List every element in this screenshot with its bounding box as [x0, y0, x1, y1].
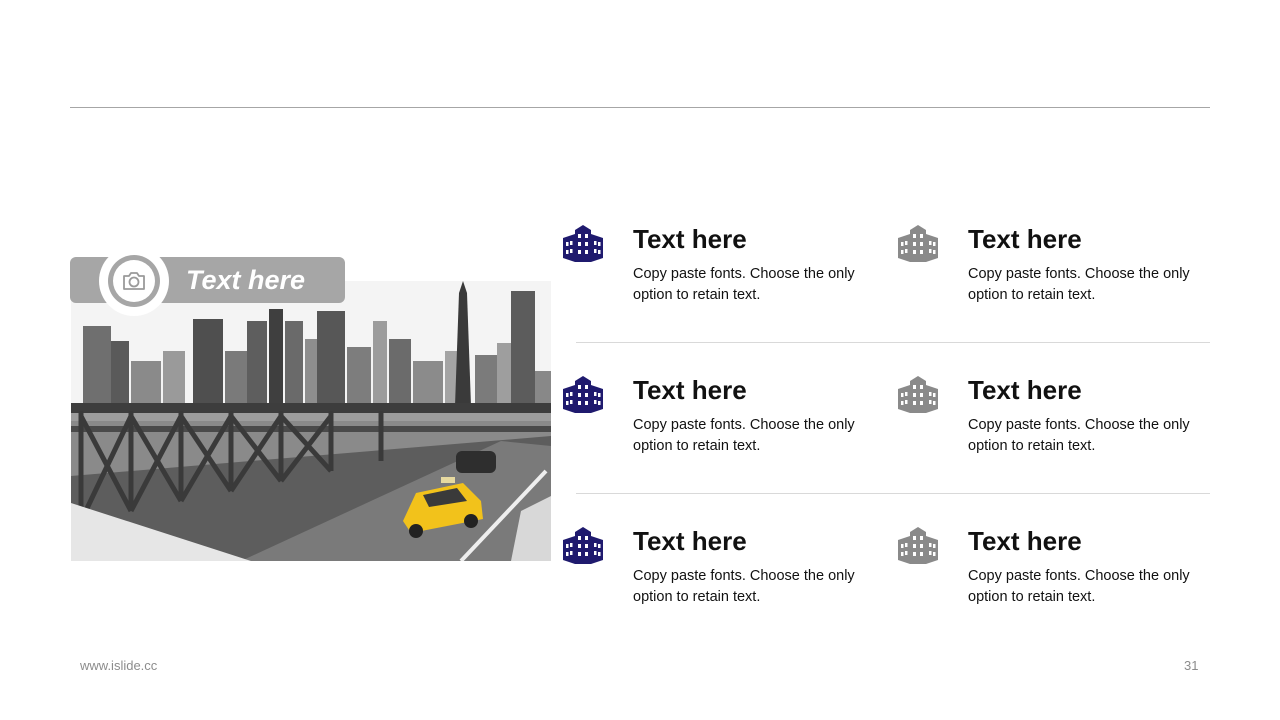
page-number: 31 [1184, 658, 1199, 673]
feature-title: Text here [968, 224, 1082, 254]
feature-body: Copy paste fonts. Choose the only option… [968, 568, 1190, 605]
building-icon [563, 376, 603, 413]
building-icon [898, 376, 938, 413]
feature-item-6: Text here Copy paste fonts. Choose the o… [897, 524, 1197, 624]
banner-title: Text here [186, 265, 306, 295]
top-rule [70, 107, 1210, 108]
feature-title: Text here [968, 526, 1082, 556]
building-icon [563, 527, 603, 564]
feature-title: Text here [968, 375, 1082, 405]
row-divider [576, 493, 1210, 494]
building-icon [898, 225, 938, 262]
feature-item-3: Text here Copy paste fonts. Choose the o… [562, 373, 862, 473]
feature-item-1: Text here Copy paste fonts. Choose the o… [562, 222, 862, 322]
row-divider [576, 342, 1210, 343]
feature-title: Text here [633, 375, 747, 405]
feature-title: Text here [633, 224, 747, 254]
feature-title: Text here [633, 526, 747, 556]
city-bridge-photo [71, 281, 551, 561]
camera-icon [123, 272, 145, 290]
feature-item-2: Text here Copy paste fonts. Choose the o… [897, 222, 1197, 322]
feature-item-5: Text here Copy paste fonts. Choose the o… [562, 524, 862, 624]
footer-url[interactable]: www.islide.cc [80, 658, 157, 673]
building-icon [563, 225, 603, 262]
feature-body: Copy paste fonts. Choose the only option… [633, 568, 855, 605]
building-icon [898, 527, 938, 564]
feature-body: Copy paste fonts. Choose the only option… [633, 417, 855, 454]
feature-body: Copy paste fonts. Choose the only option… [633, 266, 855, 303]
feature-item-4: Text here Copy paste fonts. Choose the o… [897, 373, 1197, 473]
feature-body: Copy paste fonts. Choose the only option… [968, 417, 1190, 454]
feature-body: Copy paste fonts. Choose the only option… [968, 266, 1190, 303]
